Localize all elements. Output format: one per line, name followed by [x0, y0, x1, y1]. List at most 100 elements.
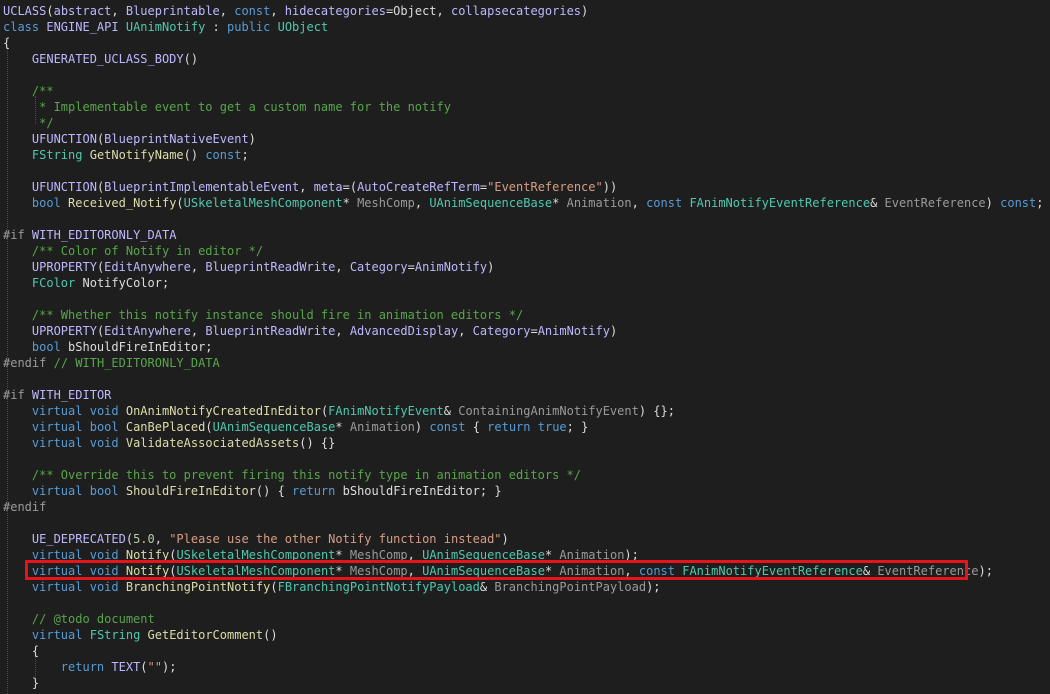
- code-line: virtual bool CanBePlaced(UAnimSequenceBa…: [3, 419, 588, 435]
- code-token: AdvancedDisplay: [349, 324, 459, 338]
- code-token: MeshComp: [349, 548, 408, 562]
- code-line: #endif // WITH_EDITORONLY_DATA: [3, 355, 220, 371]
- code-token: AnimNotify: [537, 324, 610, 338]
- code-token: ,: [299, 180, 314, 194]
- code-token: UAnimSequenceBase: [212, 420, 336, 434]
- code-token: Animation: [559, 564, 625, 578]
- code-token: BranchingPointPayload: [494, 580, 647, 594]
- code-token: // @todo document: [31, 612, 155, 626]
- code-token: )): [602, 180, 618, 194]
- code-token: ;: [1036, 196, 1044, 210]
- code-token: Animation: [559, 548, 625, 562]
- code-token: USkeletalMeshComponent: [176, 548, 336, 562]
- code-token: ContainingAnimNotifyEvent: [458, 404, 639, 418]
- code-token: &: [870, 196, 885, 210]
- code-token: UFUNCTION: [31, 132, 97, 146]
- code-token: );: [978, 564, 993, 578]
- code-token: BlueprintImplementableEvent: [104, 180, 300, 194]
- code-token: UE_DEPRECATED: [31, 532, 126, 546]
- code-token: collapsecategories: [450, 4, 582, 18]
- code-line: #if WITH_EDITOR: [3, 387, 111, 403]
- code-token: public: [227, 20, 271, 34]
- code-token: void: [89, 580, 119, 594]
- code-line: }: [3, 675, 39, 691]
- code-token: return: [292, 484, 336, 498]
- code-token: Category: [472, 324, 531, 338]
- code-token: *: [335, 564, 350, 578]
- code-token: bShouldFireInEditor; }: [335, 484, 502, 498]
- code-token: );: [161, 660, 177, 674]
- code-token: UFUNCTION: [31, 180, 97, 194]
- code-token: virtual: [31, 484, 83, 498]
- code-line: UFUNCTION(BlueprintNativeEvent): [3, 131, 256, 147]
- code-token: BlueprintReadWrite: [205, 260, 336, 274]
- code-token: ): [414, 420, 430, 434]
- code-token: () {}: [299, 436, 336, 450]
- code-token: FBranchingPointNotifyPayload: [277, 580, 480, 594]
- code-token: &: [862, 564, 878, 578]
- code-token: ,: [154, 532, 170, 546]
- code-token: ): [501, 532, 509, 546]
- code-token: return: [487, 420, 531, 434]
- code-token: void: [89, 436, 119, 450]
- code-token: ,: [407, 548, 423, 562]
- code-token: bool: [89, 420, 119, 434]
- code-token: true: [537, 420, 567, 434]
- code-token: bool: [89, 484, 119, 498]
- code-token: #endif: [3, 356, 47, 370]
- code-token: UAnimSequenceBase: [429, 196, 553, 210]
- code-token: *: [342, 196, 358, 210]
- code-editor[interactable]: UCLASS(abstract, Blueprintable, const, h…: [0, 0, 1050, 694]
- code-line: virtual void ValidateAssociatedAssets() …: [3, 435, 335, 451]
- code-token: ): [248, 132, 256, 146]
- code-token: UAnimSequenceBase: [422, 548, 545, 562]
- code-token: const: [1000, 196, 1037, 210]
- code-line: virtual void BranchingPointNotify(FBranc…: [3, 579, 661, 595]
- code-token: void: [89, 404, 119, 418]
- code-token: "Please use the other Notify function in…: [169, 532, 502, 546]
- code-token: *: [335, 548, 350, 562]
- code-token: ): [609, 324, 618, 338]
- code-line: /** Override this to prevent firing this…: [3, 467, 581, 483]
- code-token: OnAnimNotifyCreatedInEditor: [125, 404, 321, 418]
- code-token: BlueprintNativeEvent: [104, 132, 249, 146]
- code-token: UPROPERTY: [31, 324, 97, 338]
- code-token: ,: [624, 564, 639, 578]
- code-token: FAnimNotifyEventReference: [682, 564, 863, 578]
- code-token: // WITH_EDITORONLY_DATA: [53, 356, 220, 370]
- code-token: &: [443, 404, 459, 418]
- code-line: virtual void Notify(USkeletalMeshCompone…: [3, 547, 639, 563]
- code-token: const: [234, 4, 271, 18]
- code-token: class: [3, 20, 40, 34]
- code-line: GENERATED_UCLASS_BODY(): [3, 51, 198, 67]
- code-token: Blueprintable: [125, 4, 220, 18]
- code-token: Category: [349, 260, 408, 274]
- code-token: ;: [241, 148, 249, 162]
- code-token: bool: [31, 340, 61, 354]
- code-token: ,: [335, 324, 350, 338]
- code-token: GENERATED_UCLASS_BODY: [31, 52, 184, 66]
- code-token: USkeletalMeshComponent: [183, 196, 343, 210]
- code-token: FColor: [31, 276, 76, 290]
